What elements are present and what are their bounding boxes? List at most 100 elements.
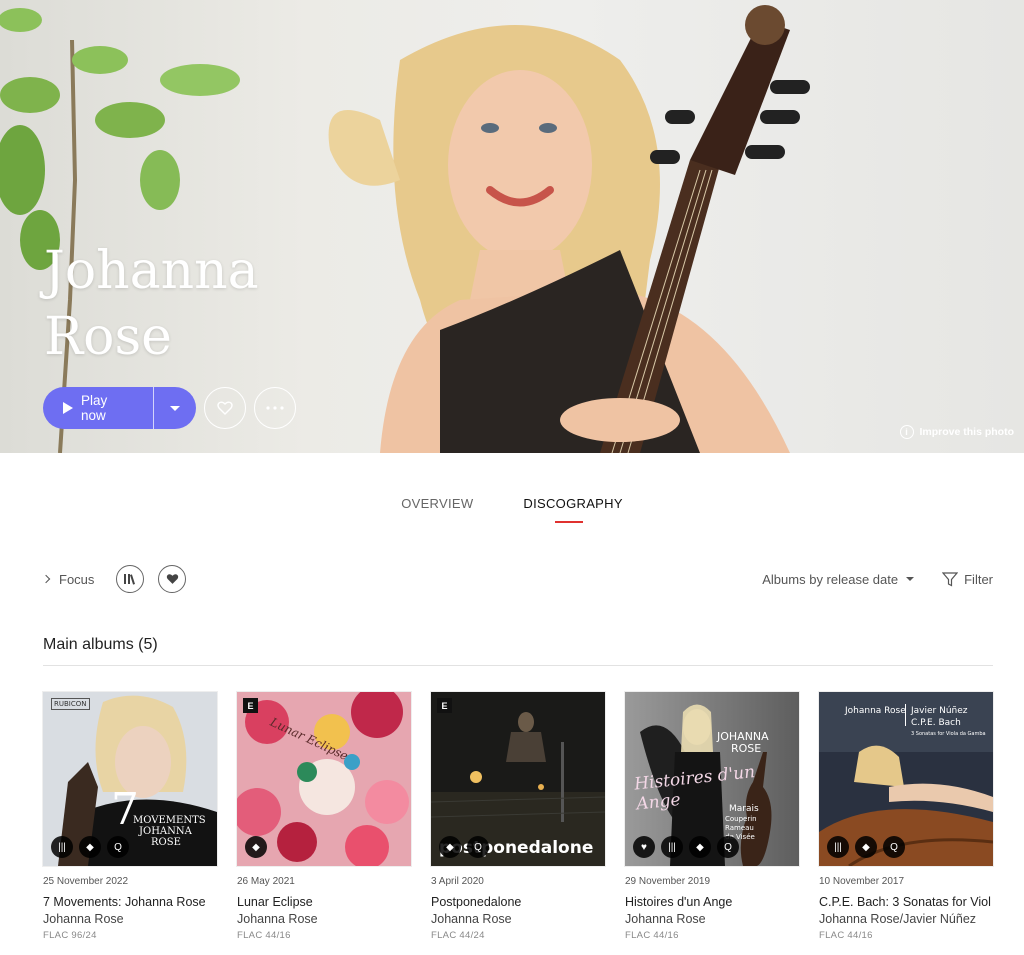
play-button-group: Play now xyxy=(43,387,196,429)
improve-photo-link[interactable]: i Improve this photo xyxy=(899,425,1015,439)
album-title[interactable]: Postponedalone xyxy=(431,895,605,909)
explicit-badge: E xyxy=(437,698,452,713)
cover-divider xyxy=(905,704,906,726)
filter-funnel-icon xyxy=(942,571,959,586)
cover-artist-last: ROSE xyxy=(151,837,181,848)
album-card[interactable]: Johanna Rose Javier Núñez C.P.E. Bach 3 … xyxy=(819,692,993,941)
tidal-icon[interactable]: ◆ xyxy=(855,836,877,858)
qobuz-icon[interactable]: Q xyxy=(467,836,489,858)
qobuz-icon[interactable]: Q xyxy=(107,836,129,858)
more-options-button[interactable] xyxy=(254,387,296,429)
album-card[interactable]: E postponedalone ◆ Q 3 April 2020 Postpo… xyxy=(431,692,605,941)
album-artist[interactable]: Johanna Rose/Javier Núñez xyxy=(819,912,993,926)
album-cover[interactable]: E Lunar Eclipse ◆ xyxy=(237,692,411,866)
album-title[interactable]: 7 Movements: Johanna Rose xyxy=(43,895,217,909)
library-icon[interactable]: ||| xyxy=(827,836,849,858)
album-format: FLAC 44/16 xyxy=(237,930,291,941)
tidal-icon[interactable]: ◆ xyxy=(689,836,711,858)
album-date: 29 November 2019 xyxy=(625,876,711,887)
cover-composer-1: Marais xyxy=(729,804,759,814)
discography-toolbar: Focus Albums by release date Filter xyxy=(41,565,993,593)
heart-icon[interactable]: ♥ xyxy=(633,836,655,858)
tab-discography[interactable]: DISCOGRAPHY xyxy=(523,496,622,523)
album-source-icons: ♥ ||| ◆ Q xyxy=(633,836,739,858)
qobuz-icon[interactable]: Q xyxy=(883,836,905,858)
library-filter-button[interactable] xyxy=(116,565,145,593)
album-artist[interactable]: Johanna Rose xyxy=(431,912,605,926)
explicit-badge: E xyxy=(243,698,258,713)
album-card[interactable]: JOHANNA ROSE Histoires d'un Ange Marais … xyxy=(625,692,799,941)
album-artist[interactable]: Johanna Rose xyxy=(237,912,411,926)
qobuz-icon[interactable]: Q xyxy=(717,836,739,858)
album-title[interactable]: C.P.E. Bach: 3 Sonatas for Viol xyxy=(819,895,993,909)
album-format: FLAC 96/24 xyxy=(43,930,97,941)
album-source-icons: ||| ◆ Q xyxy=(51,836,129,858)
favorites-filter-button[interactable] xyxy=(158,565,187,593)
album-date: 3 April 2020 xyxy=(431,876,484,887)
album-grid: RUBICON 7 MOVEMENTS JOHANNA ROSE ||| ◆ Q… xyxy=(43,692,993,941)
album-cover[interactable]: RUBICON 7 MOVEMENTS JOHANNA ROSE ||| ◆ Q xyxy=(43,692,217,866)
cover-artist-1: Johanna Rose xyxy=(845,706,906,716)
album-source-icons: ◆ xyxy=(245,836,267,858)
album-date: 25 November 2022 xyxy=(43,876,129,887)
album-artist[interactable]: Johanna Rose xyxy=(625,912,799,926)
album-title[interactable]: Histoires d'un Ange xyxy=(625,895,799,909)
artist-photo xyxy=(0,5,810,453)
album-cover[interactable]: Johanna Rose Javier Núñez C.P.E. Bach 3 … xyxy=(819,692,993,866)
artist-name-line1: Johanna xyxy=(44,241,259,301)
artist-actions: Play now xyxy=(43,387,296,429)
cover-subtitle: 3 Sonatas for Viola da Gamba xyxy=(911,731,986,737)
caret-down-icon xyxy=(170,405,180,411)
play-icon xyxy=(63,402,73,414)
library-icon xyxy=(124,574,136,585)
caret-down-icon xyxy=(906,577,915,581)
cover-composer-3: Rameau xyxy=(725,824,754,832)
more-dots-icon xyxy=(266,406,284,410)
section-title: Main albums (5) xyxy=(43,636,158,653)
play-now-button[interactable]: Play now xyxy=(43,387,153,429)
heart-icon xyxy=(166,574,179,584)
section-divider xyxy=(43,665,993,666)
cover-artist-last: ROSE xyxy=(731,742,762,755)
album-artist[interactable]: Johanna Rose xyxy=(43,912,217,926)
tidal-icon[interactable]: ◆ xyxy=(439,836,461,858)
artist-name: Johanna Rose xyxy=(44,238,364,370)
play-now-label: Play now xyxy=(81,393,108,423)
album-format: FLAC 44/24 xyxy=(431,930,485,941)
album-date: 26 May 2021 xyxy=(237,876,295,887)
focus-label: Focus xyxy=(59,571,95,587)
album-date: 10 November 2017 xyxy=(819,876,905,887)
album-card[interactable]: RUBICON 7 MOVEMENTS JOHANNA ROSE ||| ◆ Q… xyxy=(43,692,217,941)
chevron-right-icon xyxy=(41,574,51,584)
cover-composer: C.P.E. Bach xyxy=(911,718,961,728)
sort-label: Albums by release date xyxy=(762,571,899,587)
cover-artist-2: Javier Núñez xyxy=(911,706,968,716)
library-icon[interactable]: ||| xyxy=(661,836,683,858)
album-title[interactable]: Lunar Eclipse xyxy=(237,895,411,909)
album-format: FLAC 44/16 xyxy=(625,930,679,941)
album-cover[interactable]: JOHANNA ROSE Histoires d'un Ange Marais … xyxy=(625,692,799,866)
favorite-button[interactable] xyxy=(204,387,246,429)
library-icon[interactable]: ||| xyxy=(51,836,73,858)
improve-photo-label: Improve this photo xyxy=(919,426,1015,438)
sort-dropdown[interactable]: Albums by release date xyxy=(762,571,915,587)
album-cover[interactable]: E postponedalone ◆ Q xyxy=(431,692,605,866)
artist-hero: Johanna Rose Play now i Improve this pho… xyxy=(0,0,1024,453)
artist-name-line2: Rose xyxy=(44,307,172,367)
album-source-icons: ◆ Q xyxy=(439,836,489,858)
album-source-icons: ||| ◆ Q xyxy=(827,836,905,858)
cover-number: 7 xyxy=(111,784,139,835)
tidal-icon[interactable]: ◆ xyxy=(79,836,101,858)
info-icon: i xyxy=(899,425,914,439)
album-format: FLAC 44/16 xyxy=(819,930,873,941)
play-options-dropdown[interactable] xyxy=(154,387,196,429)
cover-composer-2: Couperin xyxy=(725,815,757,823)
filter-label: Filter xyxy=(964,571,993,587)
tab-overview[interactable]: OVERVIEW xyxy=(401,496,473,523)
cover-artist: JOHANNA xyxy=(139,826,192,837)
cover-label: RUBICON xyxy=(51,698,90,710)
album-card[interactable]: E Lunar Eclipse ◆ 26 May 2021 Lunar Ecli… xyxy=(237,692,411,941)
filter-button[interactable]: Filter xyxy=(942,572,993,587)
focus-toggle[interactable]: Focus xyxy=(41,571,95,587)
tidal-icon[interactable]: ◆ xyxy=(245,836,267,858)
